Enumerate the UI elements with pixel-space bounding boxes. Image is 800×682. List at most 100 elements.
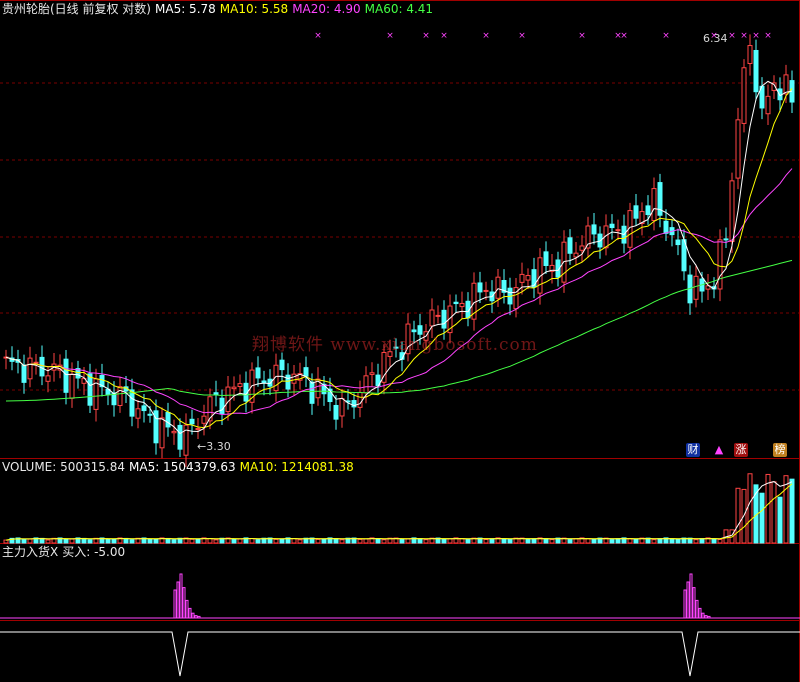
candle-body [735,119,741,179]
inflow-bar [179,573,183,619]
volume-bar [333,538,339,544]
volume-bar [249,538,255,544]
ma20-value: MA20: 4.90 [292,2,361,16]
volume-bar [27,538,33,544]
volume-bar [273,538,279,544]
candle-body [309,381,315,404]
volume-bar [675,538,681,544]
volume-bar [129,539,135,544]
volume-bar [573,538,579,544]
volume-bar [381,539,387,544]
rise-badge[interactable]: 涨 [734,443,748,457]
volume-bar [777,496,783,544]
volume-bar [609,539,615,544]
stock-chart-screen: × × × × × × × × × × × × × × × 贵州轮胎(日线 前复权 对数) MA5: 5.78… [0,0,800,682]
volume-bar [783,475,789,544]
volume-bar [651,539,657,544]
candle-body [615,229,621,232]
inflow-bar [185,599,189,619]
inflow-bar [176,581,180,619]
watermark: 翔博软件 www.xiangbosoft.com [252,335,538,355]
volume-bar [105,538,111,544]
candle-body [141,405,147,412]
candle-body [369,372,375,375]
volume-bar [531,538,537,544]
volume-bar [417,538,423,544]
candle-body [741,67,747,124]
volume-bar [279,538,285,544]
low-price-label: ←3.30 [197,440,231,453]
volume-bar [339,539,345,544]
main-header: 贵州轮胎(日线 前复权 对数) MA5: 5.78 MA10: 5.58 MA20: … [2,2,437,16]
candle-body [435,314,441,317]
volume-bar [69,538,75,544]
candle-body [135,408,141,419]
signal-marker: × [314,31,322,41]
candle-body [663,220,669,234]
volume-bar [87,539,93,544]
volume-bar [657,538,663,544]
candle-body [69,373,75,399]
candle-body [255,367,261,379]
ma10-value: MA10: 5.58 [219,2,289,16]
candle-body [195,427,201,431]
volume-bar [147,538,153,544]
indicator-header: 主力入货X 买入: -5.00 [2,545,129,559]
volume-bar [789,478,795,544]
candle-body [459,302,465,308]
ranking-badge[interactable]: 榜 [773,443,787,457]
indicator-name: 主力入货X [2,545,59,559]
volume-bar [549,539,555,544]
volume-bar [633,539,639,544]
finance-badge[interactable]: 财 [686,443,700,457]
candle-body [219,397,225,415]
volume-bar [321,538,327,544]
volume-bar [711,538,717,544]
inflow-bar [686,581,690,619]
volume-bar [567,539,573,544]
volume-bar [363,538,369,544]
volume-bar [483,539,489,544]
candle-body [495,276,501,299]
up-arrow-icon[interactable]: ▲ [712,443,726,457]
signal-marker: × [764,31,772,41]
volume-bar [459,538,465,544]
volume-bar [45,539,51,544]
volume-bar [291,538,297,544]
candle-body [45,375,51,382]
candle-body [567,237,573,254]
volume-bar [747,473,753,544]
candle-body [483,289,489,292]
volume-ma10-line [5,483,793,541]
volume-ma5-line [5,481,793,541]
candle-body [573,252,579,258]
indicator-buy-value: 买入: -5.00 [62,545,126,559]
volume-bar [693,539,699,544]
ma60-value: MA60: 4.41 [364,2,434,16]
volume-bar [759,492,765,544]
candle-body [765,95,771,115]
inflow-bar [188,607,192,619]
candle-body [21,364,27,383]
candle-body [129,389,135,417]
volume-bar [375,538,381,544]
signal-marker: × [482,31,490,41]
candle-body [39,356,45,377]
volume-bar [717,538,723,544]
volume-bar [543,538,549,544]
buy-signal-line [0,631,800,677]
candle-body [177,424,183,450]
volume-bar [213,539,219,544]
volume-bar [315,538,321,544]
candle-body [279,359,285,371]
volume-bar [255,539,261,544]
volume-bar [525,539,531,544]
inflow-bar [695,599,699,619]
inflow-bar [698,607,702,619]
signal-marker: × [728,31,736,41]
volume-bar [771,481,777,544]
candle-body [357,391,363,408]
volume-bar [237,538,243,544]
candle-body [237,383,243,388]
volume-bar [501,538,507,544]
